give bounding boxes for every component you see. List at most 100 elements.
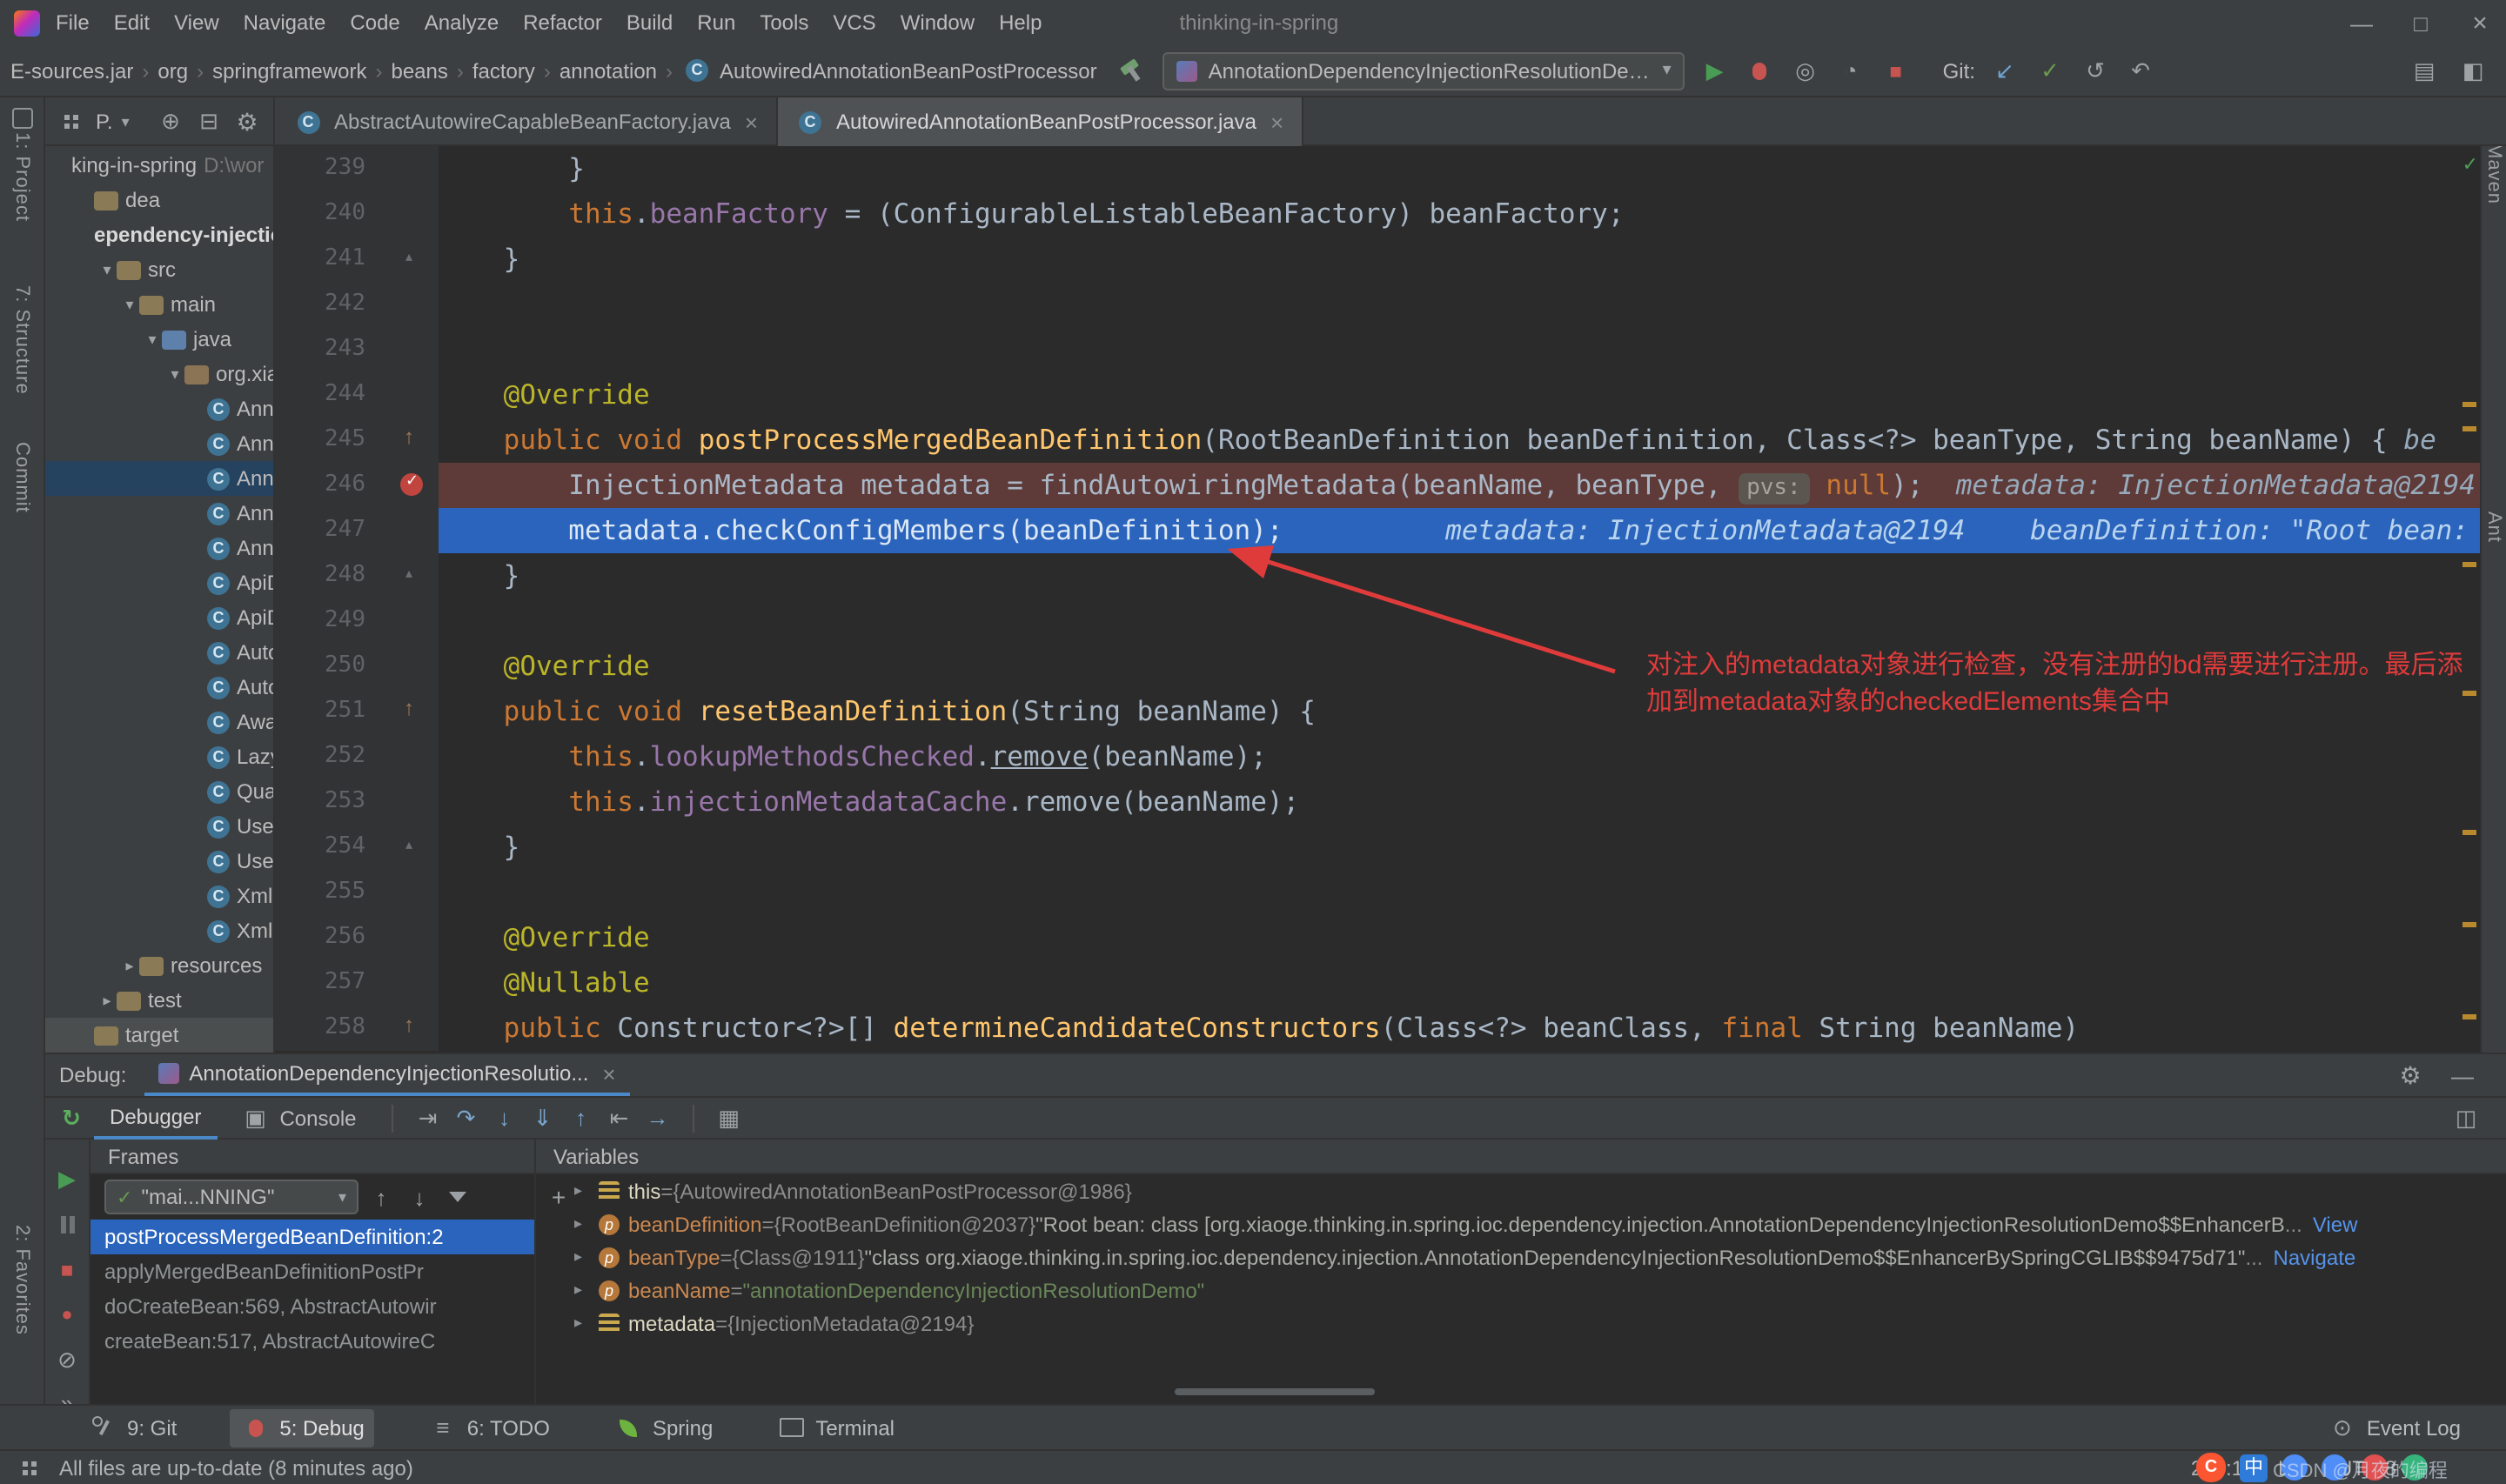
- tree-item-apidepe[interactable]: CApiDepe: [45, 600, 273, 635]
- code-text[interactable]: this.lookupMethodsChecked.remove(beanNam…: [439, 734, 2480, 779]
- project-view-selector[interactable]: P.: [96, 110, 113, 134]
- stack-frame[interactable]: createBean:517, AbstractAutowireC: [90, 1324, 534, 1359]
- variable-navigate-link[interactable]: Navigate: [2274, 1245, 2356, 1269]
- variable-row[interactable]: ▸metadata = {InjectionMetadata@2194}: [574, 1307, 2506, 1340]
- code-text[interactable]: this.beanFactory = (ConfigurableListable…: [439, 191, 2480, 237]
- toolwindow-button-6-todo[interactable]: 6: TODO: [417, 1408, 560, 1447]
- update-icon[interactable]: [1989, 55, 2020, 86]
- tree-item-java[interactable]: ▾java: [45, 322, 273, 357]
- showexec-icon[interactable]: [412, 1102, 444, 1133]
- menu-code[interactable]: Code: [338, 10, 412, 35]
- tree-item-annotati[interactable]: CAnnotati: [45, 391, 273, 426]
- tree-item-king-in-spring[interactable]: king-in-springD:\wor: [45, 148, 273, 183]
- code-text[interactable]: metadata.checkConfigMembers(beanDefiniti…: [439, 508, 2480, 553]
- gear-icon[interactable]: [2395, 1060, 2426, 1091]
- breadcrumb-item[interactable]: E-sources.jar: [10, 58, 133, 83]
- rerun-icon[interactable]: [56, 1102, 87, 1133]
- expand-arrow-icon[interactable]: ▸: [574, 1280, 599, 1300]
- locate-icon[interactable]: [155, 106, 186, 137]
- menu-help[interactable]: Help: [987, 10, 1054, 35]
- evaluate-icon[interactable]: [714, 1102, 745, 1133]
- menu-edit[interactable]: Edit: [102, 10, 162, 35]
- breadcrumb-item[interactable]: beans: [391, 58, 447, 83]
- close-icon[interactable]: ×: [602, 1060, 615, 1086]
- funnel-icon[interactable]: [442, 1181, 473, 1213]
- layout-icon[interactable]: [2409, 55, 2440, 86]
- tree-item-target[interactable]: target: [45, 1018, 273, 1053]
- tree-chevron-icon[interactable]: ▾: [165, 364, 184, 384]
- stepinto-icon[interactable]: [489, 1102, 520, 1133]
- menu-window[interactable]: Window: [888, 10, 987, 35]
- toolwindow-button-spring[interactable]: Spring: [602, 1408, 723, 1447]
- pause-icon[interactable]: [51, 1209, 83, 1240]
- tool-stripe-7-structure[interactable]: 7: Structure: [11, 285, 32, 395]
- menu-run[interactable]: Run: [685, 10, 747, 35]
- tree-item-dea[interactable]: dea: [45, 183, 273, 217]
- down-icon[interactable]: [404, 1181, 435, 1213]
- breadcrumb-item[interactable]: springframework: [212, 58, 366, 83]
- hide-icon[interactable]: [2447, 1060, 2478, 1091]
- tree-item-apidepe[interactable]: CApiDepe: [45, 565, 273, 600]
- rollback-icon[interactable]: [2125, 55, 2156, 86]
- tab-close-icon[interactable]: ×: [745, 109, 758, 135]
- menu-refactor[interactable]: Refactor: [511, 10, 614, 35]
- run-icon[interactable]: [1699, 55, 1731, 86]
- tree-item-resources[interactable]: ▸resources: [45, 948, 273, 983]
- stop-icon[interactable]: [1880, 55, 1912, 86]
- expand-arrow-icon[interactable]: ▸: [574, 1181, 599, 1200]
- tool-stripe-ant[interactable]: Ant: [2483, 511, 2504, 543]
- code-text[interactable]: this.injectionMetadataCache.remove(beanN…: [439, 779, 2480, 825]
- expand-arrow-icon[interactable]: ▸: [574, 1314, 599, 1333]
- tree-item-main[interactable]: ▾main: [45, 287, 273, 322]
- tree-item-annotati[interactable]: CAnnotati: [45, 496, 273, 531]
- tab-debugger[interactable]: Debugger: [94, 1096, 217, 1140]
- code-text[interactable]: }: [439, 553, 2480, 598]
- tool-stripe-maven[interactable]: Maven: [2483, 143, 2504, 204]
- dropframe-icon[interactable]: [604, 1102, 635, 1133]
- tree-chevron-icon[interactable]: ▸: [97, 991, 117, 1010]
- tree-item-ependency-injection[interactable]: ependency-injection: [45, 217, 273, 252]
- code-text[interactable]: @Override: [439, 372, 2480, 418]
- breakpoint-icon[interactable]: [390, 463, 439, 508]
- add-watch-icon[interactable]: [543, 1181, 574, 1213]
- tree-item-xmldepe[interactable]: CXmlDepe: [45, 913, 273, 948]
- code-text[interactable]: InjectionMetadata metadata = findAutowir…: [439, 463, 2480, 508]
- code-text[interactable]: [439, 282, 2480, 327]
- editor-tab[interactable]: AutowiredAnnotationBeanPostProcessor.jav…: [777, 97, 1303, 146]
- tree-item-test[interactable]: ▸test: [45, 983, 273, 1018]
- runtocursor-icon[interactable]: [642, 1102, 673, 1133]
- up-icon[interactable]: [365, 1181, 397, 1213]
- tree-chevron-icon[interactable]: ▸: [120, 956, 139, 975]
- stack-frame[interactable]: postProcessMergedBeanDefinition:2: [90, 1220, 534, 1254]
- tool-stripe-1-project[interactable]: 1: Project: [11, 132, 32, 222]
- variable-row[interactable]: ▸this = {AutowiredAnnotationBeanPostProc…: [574, 1174, 2506, 1207]
- tool-window-icon[interactable]: [12, 108, 33, 129]
- stopd-icon[interactable]: [51, 1254, 83, 1286]
- restore-icon[interactable]: [2450, 1102, 2482, 1133]
- code-text[interactable]: public void postProcessMergedBeanDefinit…: [439, 418, 2480, 463]
- tab-close-icon[interactable]: ×: [1270, 109, 1283, 135]
- tree-item-userhold[interactable]: CUserHold: [45, 844, 273, 879]
- breadcrumb-item[interactable]: AutowiredAnnotationBeanPostProcessor: [681, 55, 1097, 86]
- thread-selector[interactable]: ✓ "mai...NNING" ▾: [104, 1180, 358, 1214]
- variable-row[interactable]: ▸pbeanName = "annotationDependencyInject…: [574, 1273, 2506, 1307]
- tree-item-annotati[interactable]: CAnnotati: [45, 531, 273, 565]
- tree-item-awareint[interactable]: CAwareInt: [45, 705, 273, 739]
- stack-frame[interactable]: applyMergedBeanDefinitionPostPr: [90, 1254, 534, 1289]
- tool-stripe-2-favorites[interactable]: 2: Favorites: [11, 1225, 32, 1335]
- stack-frame[interactable]: doCreateBean:569, AbstractAutowir: [90, 1289, 534, 1324]
- breakpoints-icon[interactable]: [51, 1300, 83, 1331]
- coverage-icon[interactable]: [1790, 55, 1821, 86]
- tree-item-xmldepe[interactable]: CXmlDepe: [45, 879, 273, 913]
- menu-tools[interactable]: Tools: [747, 10, 821, 35]
- breadcrumb-item[interactable]: annotation: [559, 58, 657, 83]
- tree-item-lazyann[interactable]: CLazyAnn: [45, 739, 273, 774]
- run-config-select[interactable]: AnnotationDependencyInjectionResolutionD…: [1163, 51, 1685, 90]
- debug-icon[interactable]: [1745, 55, 1776, 86]
- expand-arrow-icon[interactable]: ▸: [574, 1247, 599, 1267]
- max-icon[interactable]: [2405, 7, 2436, 38]
- code-text[interactable]: public Constructor<?>[] determineCandida…: [439, 1006, 2480, 1051]
- event-log-button[interactable]: Event Log: [2327, 1412, 2461, 1443]
- tree-item-src[interactable]: ▾src: [45, 252, 273, 287]
- close-icon[interactable]: [2464, 7, 2496, 38]
